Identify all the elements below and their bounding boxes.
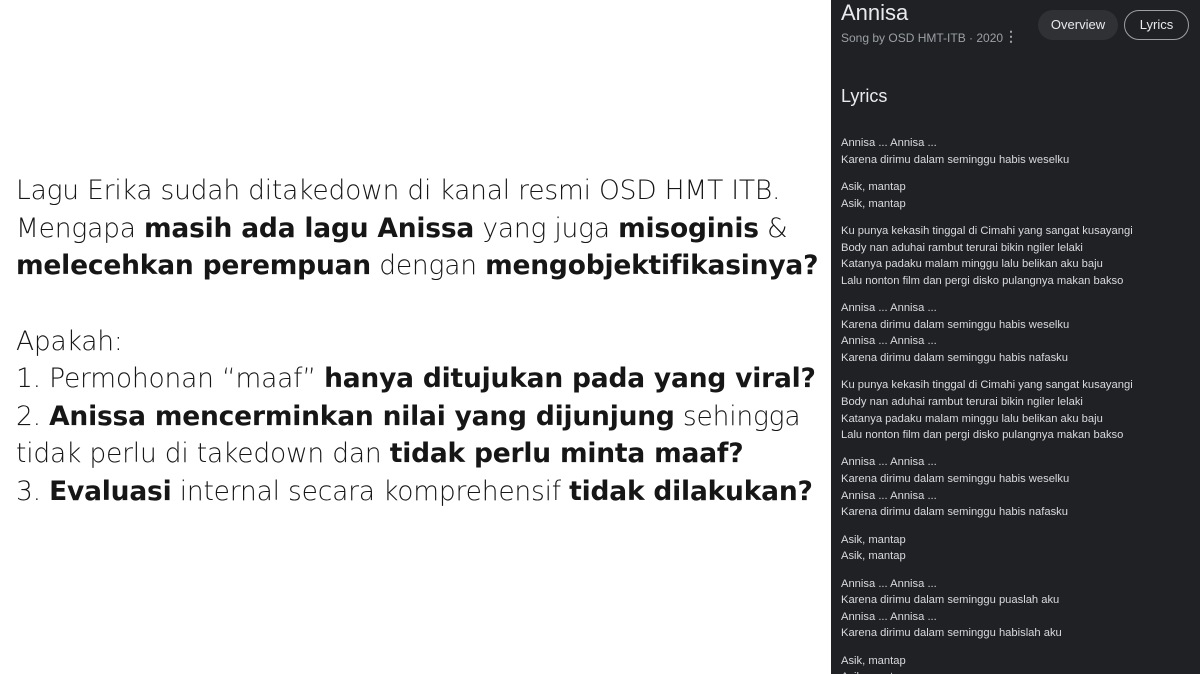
caption-text: Lagu Erika sudah ditakedown di kanal res… [16,172,831,510]
lyric-line: Karena dirimu dalam seminggu habis wesel… [841,318,1070,331]
lyric-line: Body nan aduhai rambut terurai bikin ngi… [841,241,1083,254]
lyrics-stanza: Asik, mantap Asik, mantap [841,179,1196,212]
lyric-line: Annisa ... Annisa ... [841,456,937,469]
caption-line: Lagu Erika sudah ditakedown di kanal res… [16,172,831,210]
caption-emphasis: misoginis [618,212,759,244]
caption-emphasis: tidak dilakukan? [569,475,813,507]
lyric-line: Asik, mantap [841,654,906,667]
lyric-line: Annisa ... Annisa ... [841,577,937,590]
lyric-line: Karena dirimu dalam seminggu habislah ak… [841,627,1062,640]
lyrics-body: Annisa ... Annisa ... Karena dirimu dalam… [841,135,1196,674]
caption-emphasis: hanya ditujukan pada yang viral? [324,363,816,394]
caption-line: 3. Evaluasi internal secara komprehensif… [16,473,831,511]
lyric-line: Lalu nonton film dan pergi disko pulangn… [841,429,1124,442]
caption-segment: 2. [16,400,50,432]
lyric-line: Lalu nonton film dan pergi disko pulangn… [841,274,1124,287]
caption-emphasis: Evaluasi [49,475,172,507]
caption-line: Mengapa masih ada lagu Anissa yang juga … [16,210,831,248]
lyrics-stanza: Annisa ... Annisa ... Karena dirimu dalam… [841,454,1196,520]
lyric-line: Annisa ... Annisa ... [841,610,937,623]
lyrics-stanza: Annisa ... Annisa ... Karena dirimu dalam… [841,135,1196,168]
lyric-line: Karena dirimu dalam seminggu habis nafas… [841,351,1068,364]
caption-segment: Mengapa [16,212,144,244]
lyric-line: Asik, mantap [841,550,906,563]
lyric-line: Asik, mantap [841,197,906,210]
lyric-line: Karena dirimu dalam seminggu habis wesel… [841,473,1070,486]
lyric-line: Karena dirimu dalam seminggu habis wesel… [841,153,1070,166]
lyric-line: Katanya padaku malam minggu lalu belikan… [841,412,1103,425]
lyrics-stanza: Asik, mantap Asik, mantap [841,653,1196,674]
lyric-line: Asik, mantap [841,180,906,193]
more-options-icon[interactable]: ⋮ [1004,29,1018,43]
caption-segment: 1. Permohonan “maaf” [16,363,325,394]
lyric-line: Ku punya kekasih tinggal di Cimahi yang … [841,224,1133,237]
caption-segment: & [758,212,788,244]
lyric-line: Karena dirimu dalam seminggu puaslah aku [841,594,1060,607]
tab-overview[interactable]: Overview [1038,10,1118,40]
caption-line: 2. Anissa mencerminkan nilai yang dijunj… [16,398,831,436]
lyrics-stanza: Ku punya kekasih tinggal di Cimahi yang … [841,223,1196,289]
lyric-line: Annisa ... Annisa ... [841,489,937,502]
song-lyrics-panel: Annisa Song by OSD HMT-ITB · 2020 ⋮ Over… [831,0,1200,674]
lyric-line: Ku punya kekasih tinggal di Cimahi yang … [841,379,1133,392]
lyrics-stanza: Asik, mantap Asik, mantap [841,532,1196,565]
caption-line: 1. Permohonan “maaf” hanya ditujukan pad… [16,360,831,398]
caption-emphasis: masih ada lagu Anissa [144,212,475,244]
caption-segment: internal secara komprehensif [171,475,570,507]
lyrics-stanza: Annisa ... Annisa ... Karena dirimu dalam… [841,576,1196,642]
caption-segment: sehingga [674,400,801,432]
caption-line: tidak perlu di takedown dan tidak perlu … [16,435,831,473]
song-title: Annisa [841,0,909,25]
caption-line: melecehkan perempuan dengan mengobjektif… [16,247,831,285]
caption-emphasis: melecehkan perempuan [16,250,371,281]
caption-segment: 3. [16,475,50,507]
lyric-line: Asik, mantap [841,533,906,546]
lyric-line: Body nan aduhai rambut terurai bikin ngi… [841,395,1083,408]
song-subtitle: Song by OSD HMT-ITB · 2020 [841,31,1004,45]
caption-segment: yang juga [474,212,619,244]
caption-segment: Apakah: [16,325,123,357]
lyric-line: Karena dirimu dalam seminggu habis nafas… [841,506,1068,519]
caption-line: Apakah: [16,323,831,361]
caption-emphasis: Anissa mencerminkan nilai yang dijunjung [49,400,675,432]
tab-lyrics[interactable]: Lyrics [1124,10,1189,40]
caption-segment: dengan [370,250,486,281]
lyrics-heading: Lyrics [841,86,888,106]
caption-emphasis: mengobjektifikasinya? [485,250,819,281]
lyric-line: Katanya padaku malam minggu lalu belikan… [841,258,1103,271]
caption-emphasis: tidak perlu minta maaf? [389,438,744,469]
lyrics-stanza: Ku punya kekasih tinggal di Cimahi yang … [841,377,1196,443]
caption-segment: Lagu Erika sudah ditakedown di kanal res… [16,175,781,206]
lyric-line: Annisa ... Annisa ... [841,302,937,315]
caption-segment: tidak perlu di takedown dan [16,438,390,469]
lyric-line: Annisa ... Annisa ... [841,335,937,348]
lyric-line: Annisa ... Annisa ... [841,137,937,149]
lyric-line: Asik, mantap [841,669,1196,674]
lyrics-stanza: Annisa ... Annisa ... Karena dirimu dalam… [841,300,1196,366]
